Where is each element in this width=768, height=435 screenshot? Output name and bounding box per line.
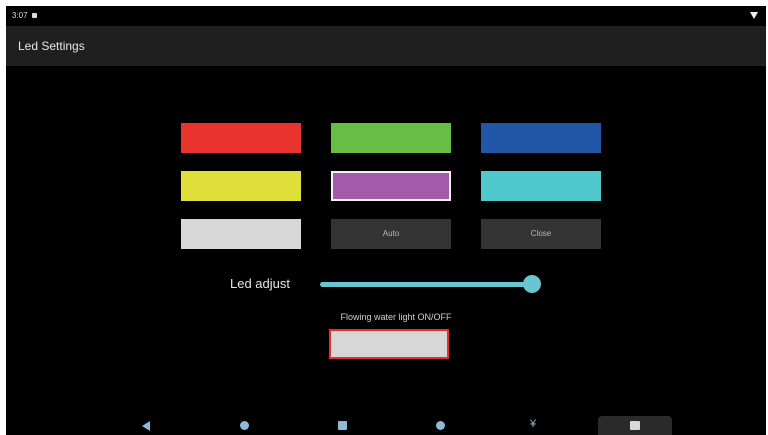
wifi-signal-icon bbox=[750, 12, 758, 19]
color-blue-button[interactable] bbox=[481, 123, 601, 153]
app-bar: Led Settings bbox=[6, 26, 766, 66]
navigation-bar: ¥ bbox=[6, 416, 766, 435]
close-button[interactable]: Close bbox=[481, 219, 601, 249]
screen: 3:07 Led Settings Auto Close Led adjust … bbox=[6, 6, 766, 435]
back-icon[interactable] bbox=[142, 421, 150, 431]
led-adjust-slider-track[interactable] bbox=[320, 282, 532, 287]
recent-apps-icon[interactable] bbox=[338, 421, 347, 430]
led-adjust-label: Led adjust bbox=[230, 276, 290, 291]
status-time: 3:07 bbox=[12, 11, 28, 20]
color-green-button[interactable] bbox=[331, 123, 451, 153]
flowing-light-label: Flowing water light ON/OFF bbox=[340, 312, 452, 322]
auto-button[interactable]: Auto bbox=[331, 219, 451, 249]
yen-icon[interactable]: ¥ bbox=[530, 417, 536, 431]
home-icon[interactable] bbox=[240, 421, 249, 430]
flowing-light-toggle[interactable] bbox=[329, 329, 449, 359]
color-purple-button[interactable] bbox=[331, 171, 451, 201]
color-yellow-button[interactable] bbox=[181, 171, 301, 201]
color-cyan-button[interactable] bbox=[481, 171, 601, 201]
color-white-button[interactable] bbox=[181, 219, 301, 249]
status-bar: 3:07 bbox=[6, 6, 766, 26]
notification-icon bbox=[32, 13, 37, 18]
color-red-button[interactable] bbox=[181, 123, 301, 153]
screenshot-icon[interactable] bbox=[630, 421, 640, 430]
page-title: Led Settings bbox=[18, 39, 85, 53]
dot-icon[interactable] bbox=[436, 421, 445, 430]
led-adjust-slider-thumb[interactable] bbox=[523, 275, 541, 293]
